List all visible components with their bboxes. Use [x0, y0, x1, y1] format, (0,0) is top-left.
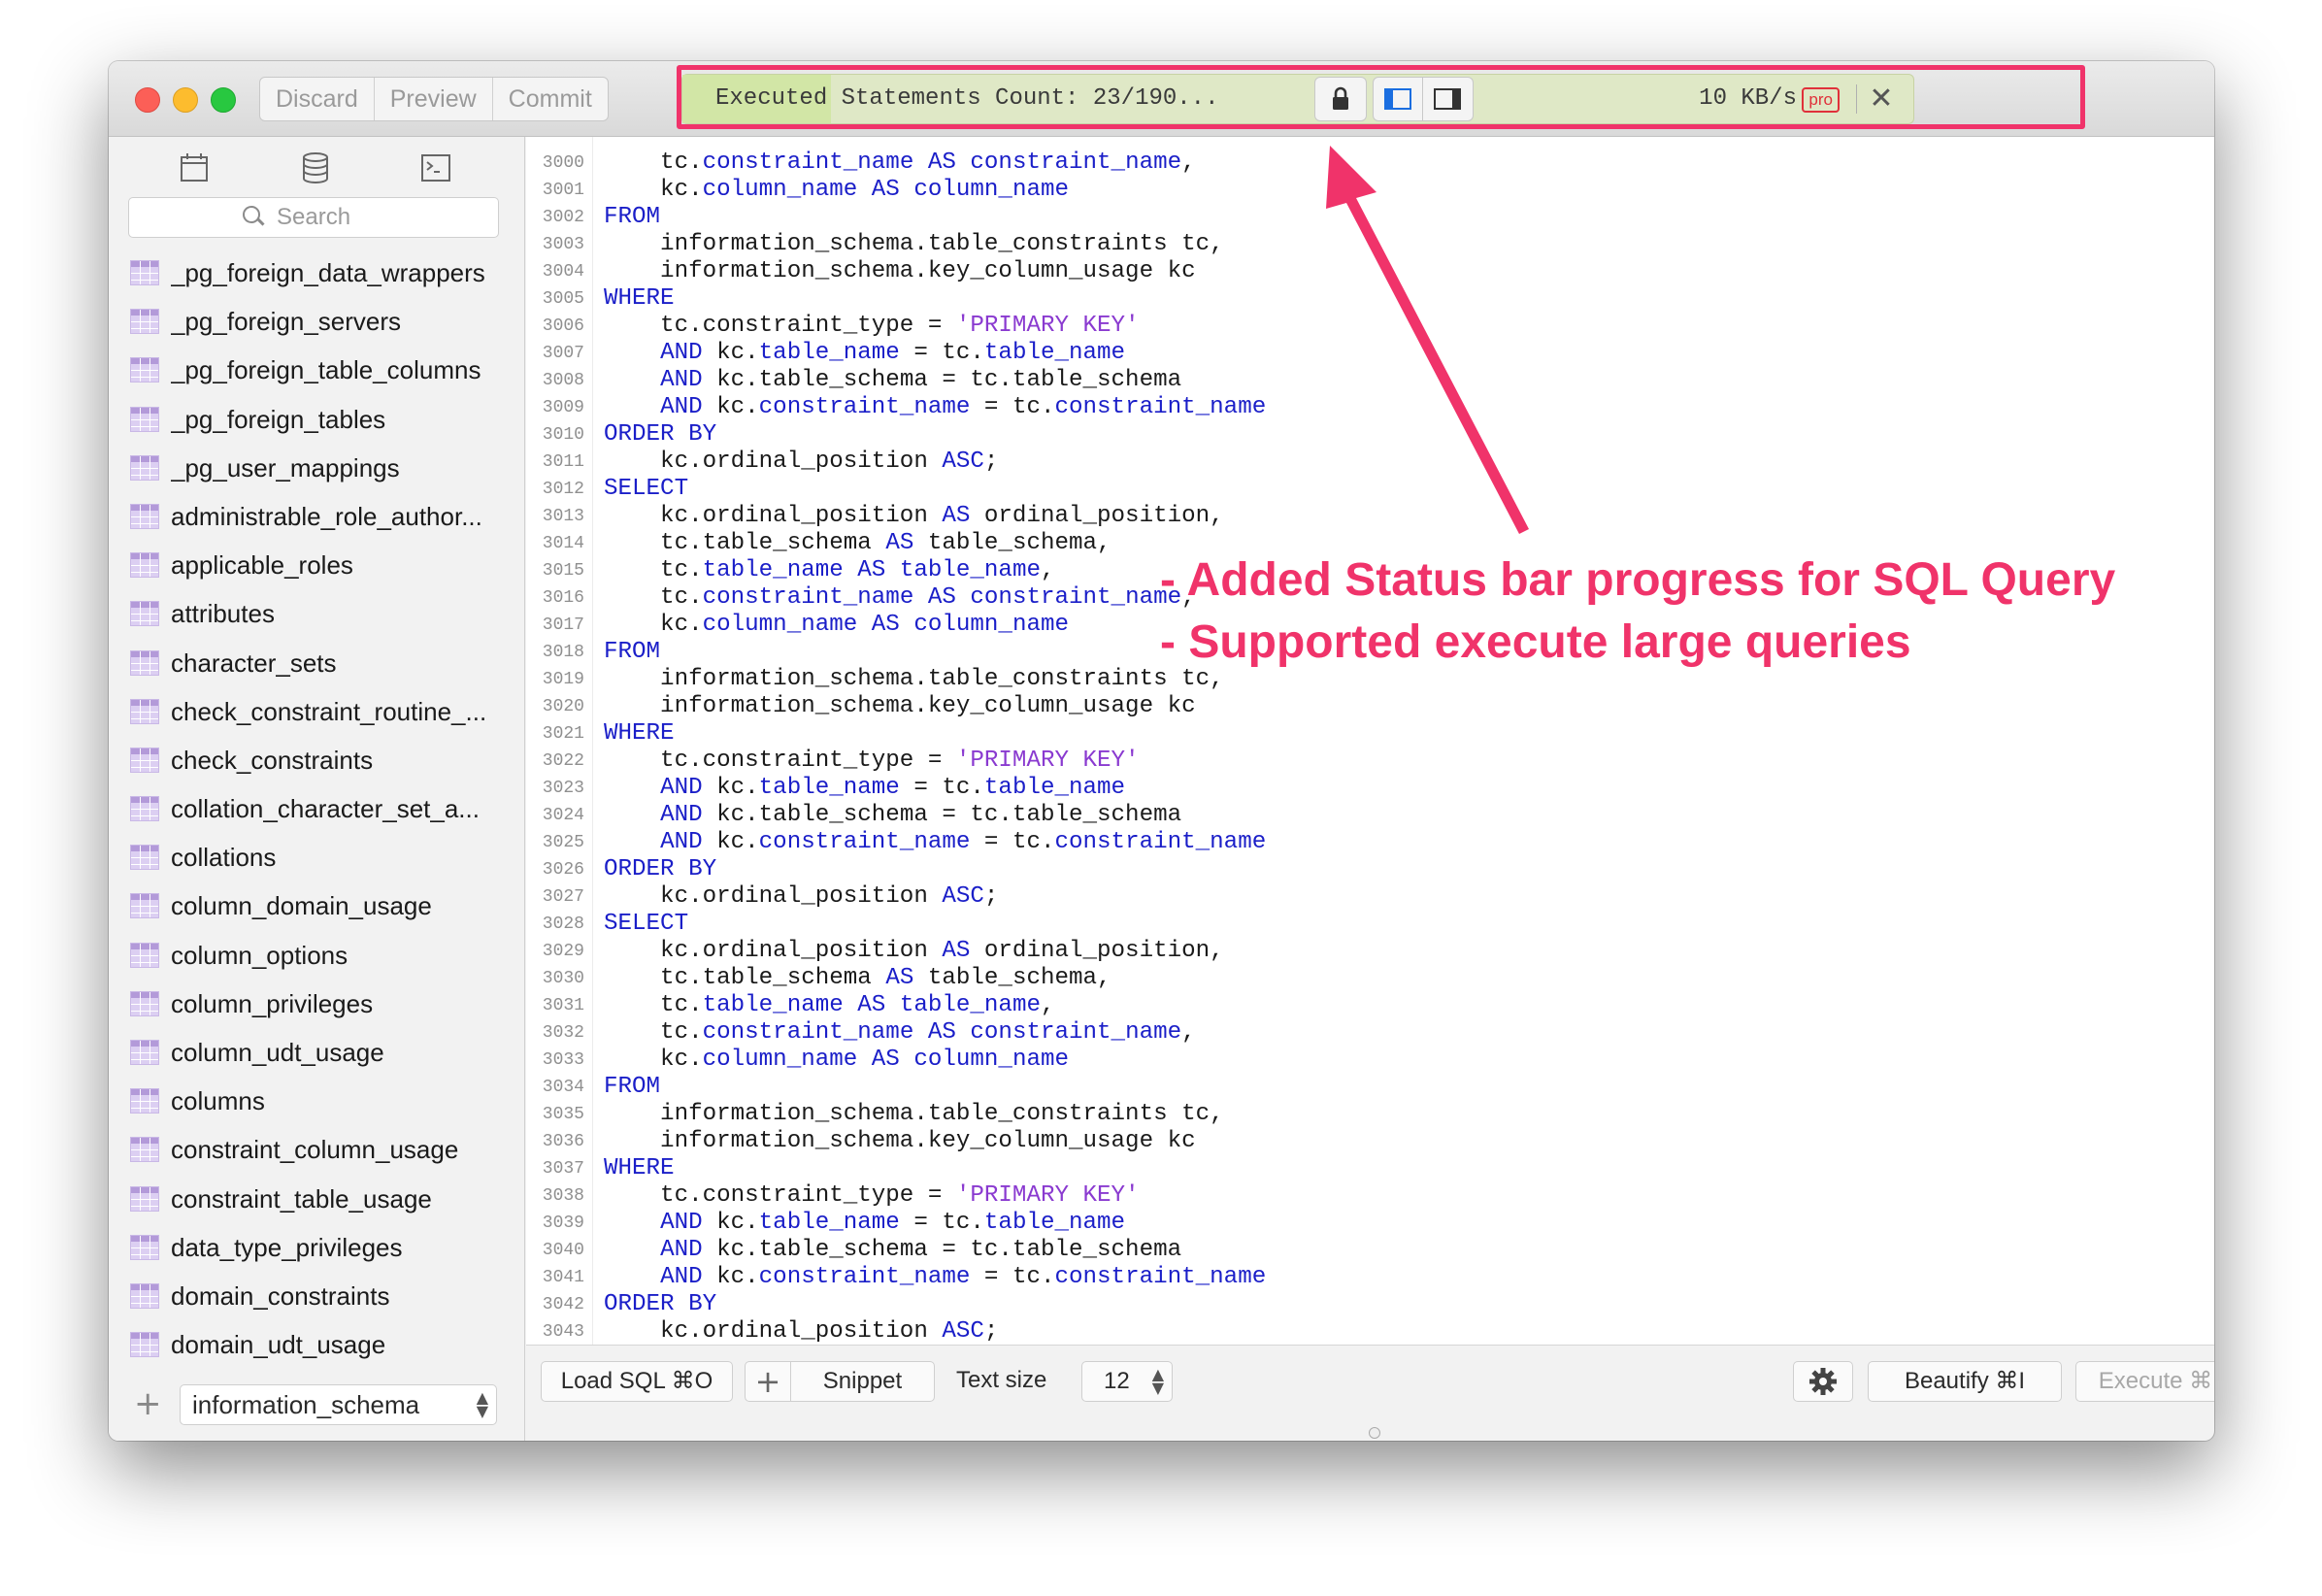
annotation-arrow	[1326, 146, 1529, 534]
annotation-line-1: - Added Status bar progress for SQL Quer…	[1160, 554, 2116, 606]
annotation-line-2: - Supported execute large queries	[1160, 616, 1911, 668]
